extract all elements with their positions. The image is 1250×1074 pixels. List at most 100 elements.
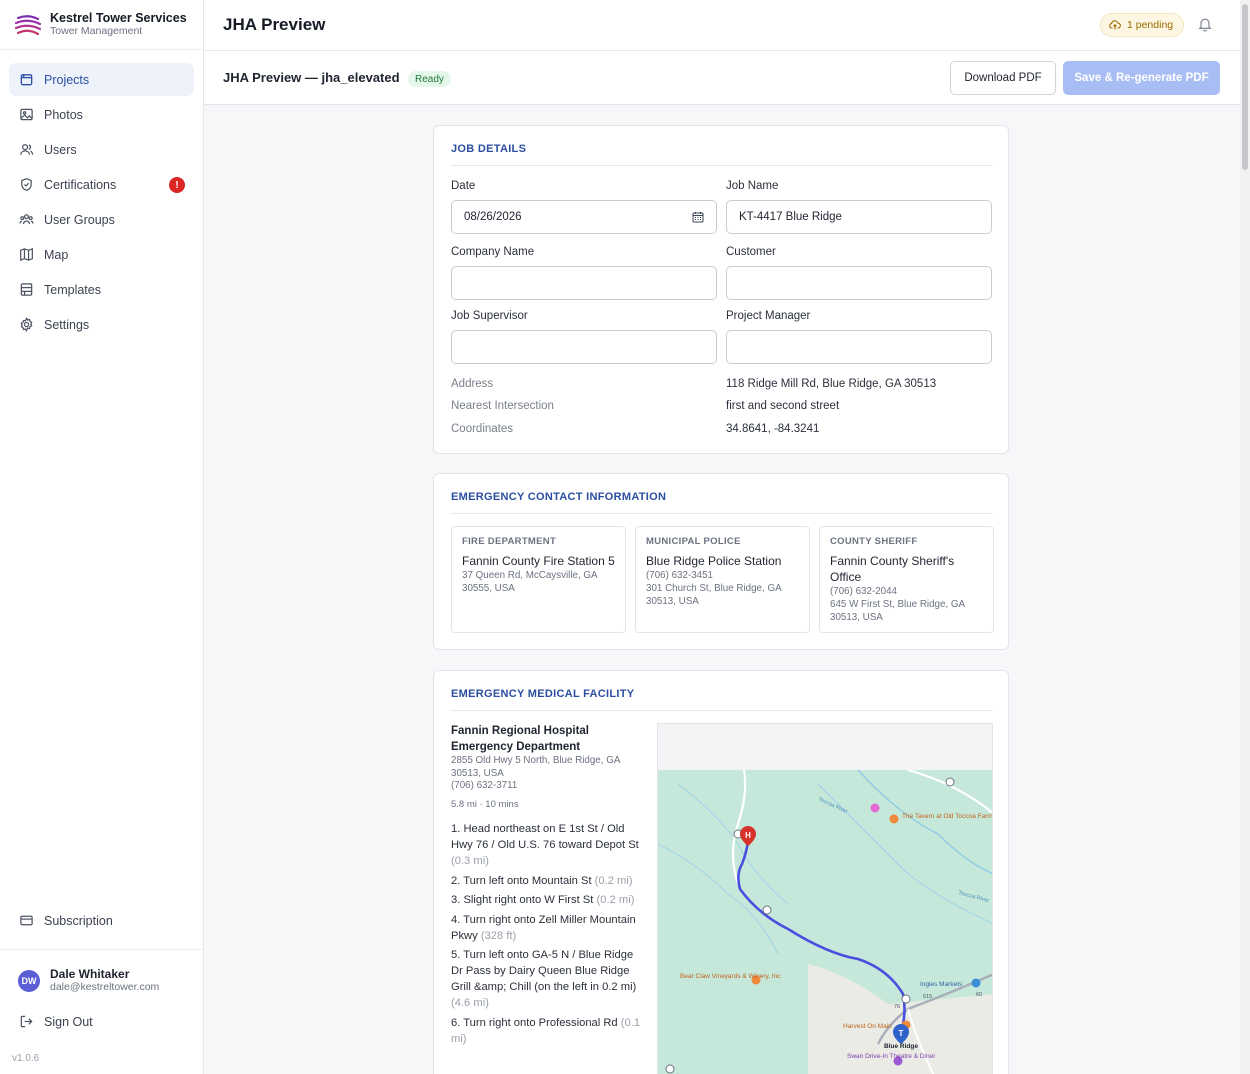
sign-out-button[interactable]: Sign Out — [9, 1005, 194, 1038]
date-value: 08/26/2026 — [464, 211, 522, 223]
poi-marker — [971, 978, 981, 988]
step-distance: (0.2 mi) — [596, 894, 635, 906]
user-name: Dale Whitaker — [50, 967, 130, 981]
gear-icon — [20, 317, 33, 332]
sidebar-item-subscription[interactable]: Subscription — [9, 904, 194, 937]
job-name-label: Job Name — [726, 180, 779, 192]
contact-municipal-police: MUNICIPAL POLICE Blue Ridge Police Stati… — [635, 526, 810, 633]
avatar: DW — [18, 969, 40, 992]
job-details-title: JOB DETAILS — [451, 143, 527, 155]
pending-uploads-badge[interactable]: 1 pending — [1100, 13, 1185, 37]
sidebar-item-projects[interactable]: Projects — [9, 63, 194, 96]
intersection-value: first and second street — [726, 400, 840, 412]
map-junction — [762, 905, 772, 915]
sidebar-item-photos[interactable]: Photos — [9, 98, 194, 131]
date-label: Date — [451, 180, 476, 192]
download-pdf-button[interactable]: Download PDF — [950, 61, 1056, 95]
sidebar-item-label: Settings — [44, 317, 90, 332]
contact-address-line: 30513, USA — [646, 596, 699, 607]
sidebar-item-settings[interactable]: Settings — [9, 308, 194, 341]
sidebar-item-label: Templates — [44, 282, 101, 297]
map-label-highway-515: 515 — [923, 994, 932, 1000]
contact-address-line: 30513, USA — [830, 612, 883, 623]
sidebar-item-label: Photos — [44, 107, 83, 122]
contact-kind: COUNTY SHERIFF — [830, 536, 918, 547]
scrollbar-thumb[interactable] — [1242, 4, 1248, 170]
map-label-harvest: Harvest On Main — [843, 1023, 892, 1030]
map-junction — [945, 777, 955, 787]
contact-county-sheriff: COUNTY SHERIFF Fannin County Sheriff's O… — [819, 526, 994, 633]
emergency-contacts-title: EMERGENCY CONTACT INFORMATION — [451, 491, 667, 503]
bell-icon[interactable] — [1197, 16, 1213, 32]
sidebar-item-label: Users — [44, 142, 77, 157]
site-marker-label: T — [899, 1029, 904, 1038]
date-field[interactable]: 08/26/2026 — [451, 200, 717, 234]
page-scrollbar[interactable] — [1240, 0, 1250, 1074]
route-map-graphic: H T The Tavern at Old Toccoa Farm Bear C… — [658, 724, 992, 1074]
sidebar-item-certifications[interactable]: Certifications ! — [9, 168, 194, 201]
brand-logo-icon — [14, 14, 42, 35]
project-manager-field[interactable] — [726, 330, 992, 364]
map-junction — [901, 994, 911, 1004]
calendar-icon[interactable] — [692, 211, 704, 223]
users-icon — [20, 144, 34, 155]
step-text: 2. Turn left onto Mountain St — [451, 874, 592, 887]
image-icon — [20, 108, 33, 121]
map-label-highway-60: 60 — [976, 992, 982, 998]
route-steps: 1. Head northeast on E 1st St / Old Hwy … — [451, 821, 647, 1050]
address-value: 118 Ridge Mill Rd, Blue Ridge, GA 30513 — [726, 378, 937, 390]
sidebar: Kestrel Tower Services Tower Management … — [0, 0, 204, 1074]
map-label-blue-ridge: Blue Ridge — [884, 1043, 918, 1050]
route-step: 2. Turn left onto Mountain St (0.2 mi) — [451, 873, 647, 889]
sidebar-item-map[interactable]: Map — [9, 238, 194, 271]
contact-kind: FIRE DEPARTMENT — [462, 536, 557, 547]
sidebar-nav: Projects Photos Users Certifications ! U… — [9, 63, 194, 343]
sidebar-item-label: Subscription — [44, 913, 113, 928]
step-text: 3. Slight right onto W First St — [451, 894, 594, 906]
contact-address-line: 30555, USA — [462, 583, 515, 594]
customer-field[interactable] — [726, 266, 992, 300]
contact-kind: MUNICIPAL POLICE — [646, 536, 741, 547]
sidebar-item-users[interactable]: Users — [9, 133, 194, 166]
step-distance: (0.3 mi) — [451, 855, 489, 867]
map-label-swan: Swan Drive-In Theatre & Diner — [847, 1053, 936, 1060]
hospital-address-line: 30513, USA — [451, 767, 504, 779]
company-name-label: Company Name — [451, 246, 535, 258]
project-manager-label: Project Manager — [726, 310, 811, 322]
brand-subtitle: Tower Management — [50, 25, 143, 37]
job-supervisor-field[interactable] — [451, 330, 717, 364]
contact-address-line: 645 W First St, Blue Ridge, GA — [830, 599, 966, 610]
sidebar-item-templates[interactable]: Templates — [9, 273, 194, 306]
templates-icon — [20, 283, 33, 296]
medical-facility-title: EMERGENCY MEDICAL FACILITY — [451, 688, 635, 700]
step-distance: (328 ft) — [480, 929, 517, 942]
emergency-contacts-card: EMERGENCY CONTACT INFORMATION FIRE DEPAR… — [433, 473, 1009, 650]
sidebar-item-label: Certifications — [44, 177, 117, 192]
folder-icon — [20, 74, 33, 86]
step-distance: (4.6 mi) — [451, 997, 489, 1009]
step-distance: (0.2 mi) — [594, 874, 633, 887]
job-name-field[interactable]: KT-4417 Blue Ridge — [726, 200, 992, 234]
topbar: JHA Preview 1 pending — [204, 0, 1240, 51]
card-divider — [451, 165, 993, 166]
user-card[interactable]: DW Dale Whitaker dale@kestreltower.com — [18, 967, 159, 994]
hospital-marker-label: H — [745, 831, 751, 840]
poi-marker — [889, 814, 899, 824]
save-regenerate-pdf-button[interactable]: Save & Re-generate PDF — [1063, 61, 1220, 95]
company-name-field[interactable] — [451, 266, 717, 300]
sidebar-item-label: User Groups — [44, 212, 115, 227]
step-text: 1. Head northeast on E 1st St / Old Hwy … — [451, 823, 639, 851]
route-step: 1. Head northeast on E 1st St / Old Hwy … — [451, 821, 647, 869]
route-distance-time: 5.8 mi · 10 mins — [451, 799, 519, 810]
job-supervisor-label: Job Supervisor — [451, 310, 528, 322]
sidebar-item-user-groups[interactable]: User Groups — [9, 203, 194, 236]
preview-title: JHA Preview — jha_elevated — [223, 70, 400, 85]
intersection-label: Nearest Intersection — [451, 400, 554, 412]
preview-header: JHA Preview — jha_elevated Ready Downloa… — [204, 51, 1240, 105]
sign-out-label: Sign Out — [44, 1014, 93, 1029]
contact-address-line: 37 Queen Rd, McCaysville, GA — [462, 570, 598, 581]
hospital-name: Fannin Regional Hospital Emergency Depar… — [451, 725, 590, 753]
route-map[interactable]: H T The Tavern at Old Toccoa Farm Bear C… — [657, 723, 993, 1074]
brand[interactable]: Kestrel Tower Services Tower Management — [0, 0, 203, 50]
card-divider — [451, 513, 993, 514]
